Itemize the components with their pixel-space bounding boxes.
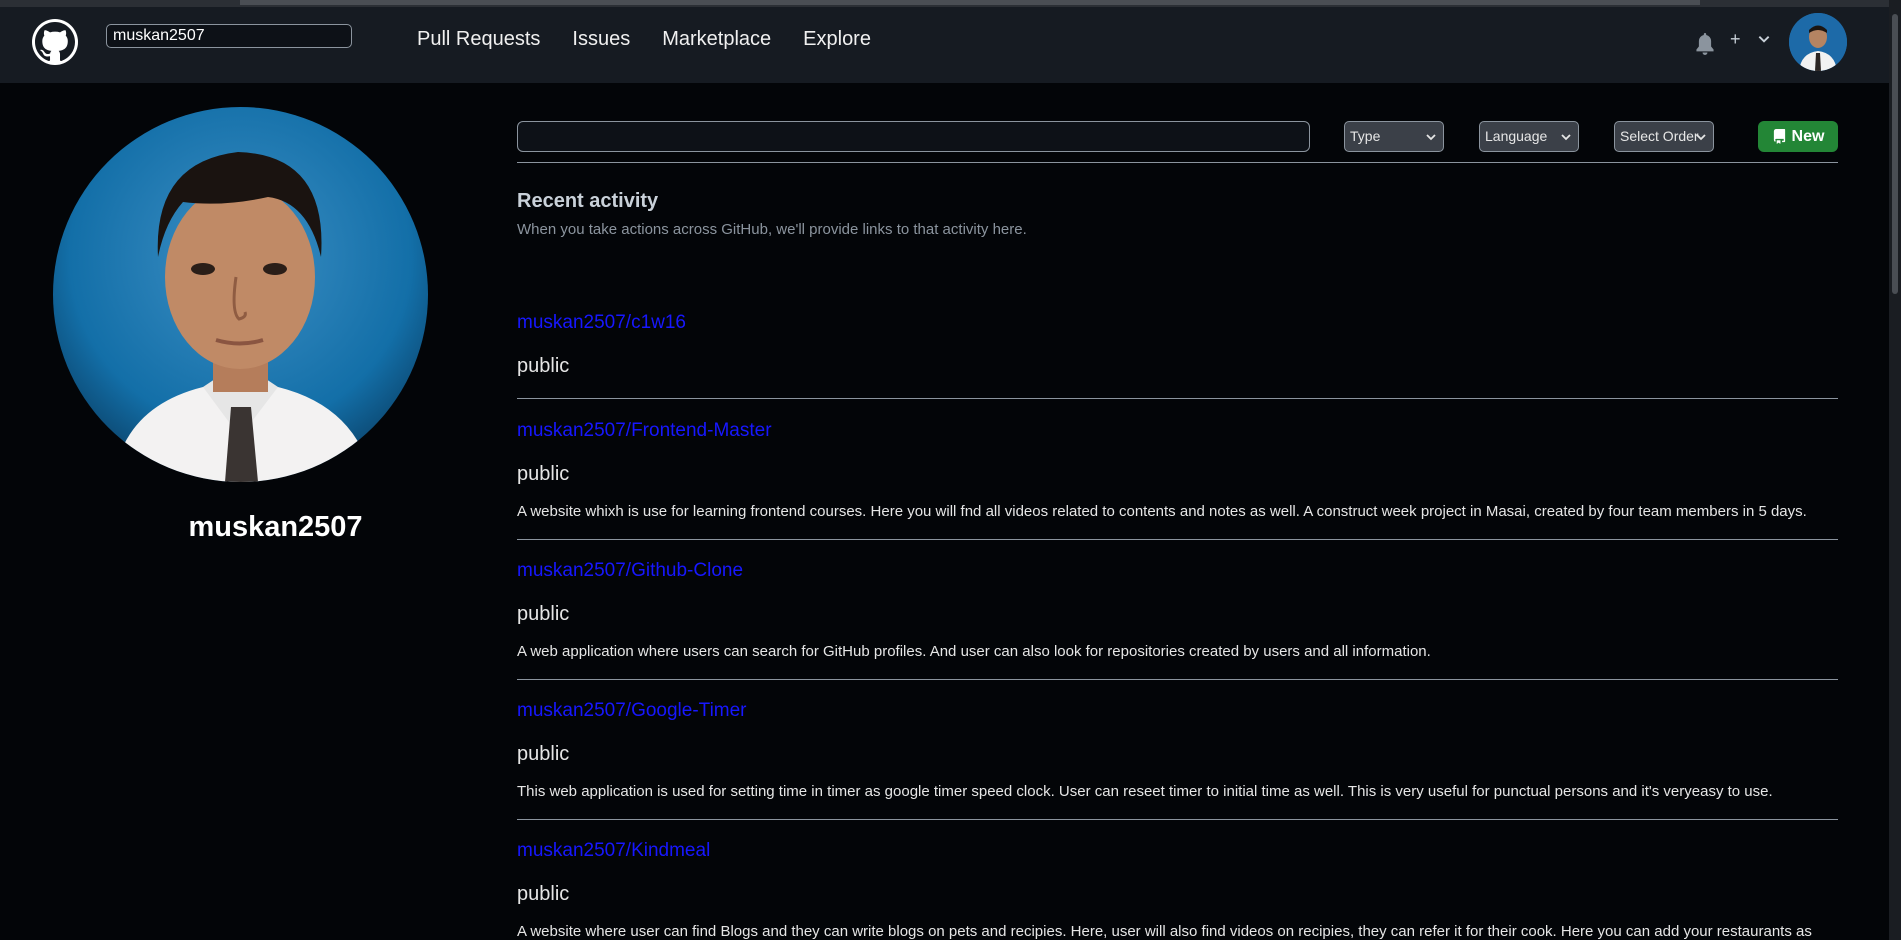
repo-description: This web application is used for setting… [517, 783, 1773, 800]
vertical-scrollbar[interactable] [1889, 0, 1901, 940]
navbar-search-input[interactable] [106, 24, 352, 48]
repo-visibility: public [517, 883, 570, 905]
chevron-down-icon[interactable] [1757, 32, 1771, 46]
nav-pull-requests-link[interactable]: Pull Requests [417, 28, 540, 51]
repo-description: A web application where users can search… [517, 643, 1431, 660]
type-select-label: Type [1350, 128, 1381, 144]
order-select[interactable]: Select Order [1614, 121, 1714, 152]
plus-icon[interactable]: + [1730, 30, 1741, 48]
vertical-scrollbar-thumb[interactable] [1892, 14, 1898, 294]
new-button-label: New [1791, 127, 1825, 145]
profile-username: muskan2507 [188, 511, 363, 543]
profile-avatar [53, 107, 428, 482]
chevron-down-icon [1696, 134, 1706, 141]
nav-links: Pull Requests Issues Marketplace Explore [417, 28, 871, 51]
repo-book-icon [1773, 129, 1785, 144]
new-repo-button[interactable]: New [1758, 121, 1838, 152]
nav-marketplace-link[interactable]: Marketplace [662, 28, 771, 51]
browser-top-strip [0, 0, 1901, 7]
chevron-down-icon [1426, 134, 1436, 141]
repo-name-link[interactable]: muskan2507/Kindmeal [517, 840, 710, 862]
repo-name-link[interactable]: muskan2507/c1w16 [517, 312, 686, 334]
repo-name-link[interactable]: muskan2507/Github-Clone [517, 560, 743, 582]
bell-icon[interactable] [1695, 33, 1715, 55]
repo-visibility: public [517, 603, 570, 625]
repo-visibility: public [517, 743, 570, 765]
order-select-label: Select Order [1620, 128, 1699, 144]
repo-search-input[interactable] [517, 121, 1310, 152]
divider [517, 819, 1838, 820]
repo-name-link[interactable]: muskan2507/Google-Timer [517, 700, 747, 722]
repo-name-link[interactable]: muskan2507/Frontend-Master [517, 420, 772, 442]
repo-description: A website whixh is use for learning fron… [517, 503, 1807, 520]
nav-user-avatar[interactable] [1789, 13, 1847, 71]
repo-description: A website where user can find Blogs and … [517, 923, 1812, 940]
divider [517, 539, 1838, 540]
horizontal-scrollbar-thumb[interactable] [240, 0, 1700, 5]
repo-visibility: public [517, 355, 570, 377]
divider [517, 679, 1838, 680]
nav-explore-link[interactable]: Explore [803, 28, 871, 51]
recent-activity-title: Recent activity [517, 190, 659, 212]
github-logo-icon[interactable] [32, 19, 78, 65]
divider [517, 398, 1838, 399]
divider [517, 162, 1838, 163]
type-select[interactable]: Type [1344, 121, 1444, 152]
language-select-label: Language [1485, 128, 1548, 144]
language-select[interactable]: Language [1479, 121, 1579, 152]
top-navbar: Pull Requests Issues Marketplace Explore… [0, 7, 1901, 83]
chevron-down-icon [1561, 134, 1571, 141]
recent-activity-subtitle: When you take actions across GitHub, we'… [517, 221, 1027, 238]
nav-issues-link[interactable]: Issues [572, 28, 630, 51]
repo-visibility: public [517, 463, 570, 485]
